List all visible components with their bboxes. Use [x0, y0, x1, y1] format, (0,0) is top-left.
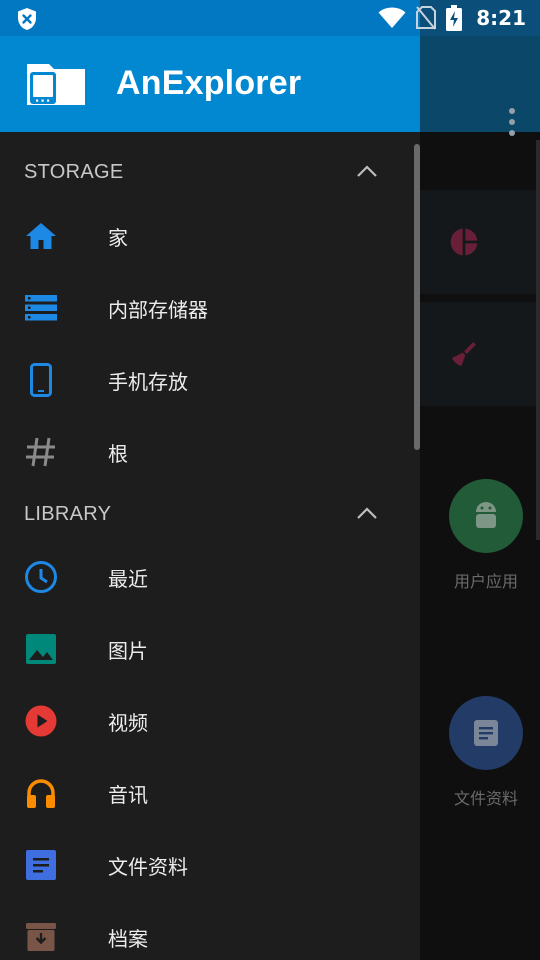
- drawer-item-label: 内部存储器: [108, 298, 208, 322]
- drawer-item-label: 最近: [108, 567, 148, 591]
- no-sim-icon: [416, 6, 437, 30]
- section-header-library[interactable]: LIBRARY: [0, 486, 410, 542]
- video-icon: [24, 705, 58, 737]
- clock: 8:21: [476, 6, 526, 30]
- drawer-scrim[interactable]: [420, 0, 540, 960]
- drawer-item-label: 图片: [108, 639, 148, 663]
- phone-icon: [24, 363, 58, 397]
- drawer-item-audio[interactable]: 音讯: [0, 757, 410, 829]
- drawer-item-recent[interactable]: 最近: [0, 541, 410, 613]
- status-bar-drawer-part: [0, 0, 420, 36]
- chevron-up-icon[interactable]: [356, 506, 378, 520]
- drawer-item-documents[interactable]: 文件资料: [0, 829, 410, 901]
- drawer-item-archives[interactable]: 档案: [0, 901, 410, 960]
- headphones-icon: [24, 777, 58, 809]
- drawer-item-label: 档案: [108, 927, 148, 951]
- wifi-icon: [378, 7, 406, 28]
- section-header-storage[interactable]: STORAGE: [0, 144, 410, 200]
- app-title: AnExplorer: [116, 64, 302, 102]
- status-bar: 8:21: [0, 0, 540, 36]
- hash-icon: [24, 436, 58, 468]
- drawer-item-label: 音讯: [108, 783, 148, 807]
- archive-icon: [24, 921, 58, 953]
- chevron-up-icon[interactable]: [356, 164, 378, 178]
- drawer-item-label: 手机存放: [108, 370, 188, 394]
- vpn-shield-icon: [18, 8, 36, 30]
- status-icons: 8:21: [378, 0, 526, 36]
- navigation-drawer: AnExplorer STORAGE 家 内部存储器 手机存放 根 LIBRAR…: [0, 36, 420, 960]
- drawer-item-home[interactable]: 家: [0, 200, 410, 272]
- drawer-item-phone-storage[interactable]: 手机存放: [0, 344, 410, 416]
- drawer-header: AnExplorer: [0, 36, 420, 132]
- drawer-scrollbar[interactable]: [414, 144, 420, 450]
- folder-phone-icon: [27, 64, 85, 105]
- drawer-item-root[interactable]: 根: [0, 416, 410, 488]
- storage-icon: [24, 292, 58, 324]
- image-icon: [24, 633, 58, 665]
- drawer-item-label: 根: [108, 442, 128, 466]
- section-title: LIBRARY: [24, 503, 112, 525]
- drawer-item-internal-storage[interactable]: 内部存储器: [0, 272, 410, 344]
- drawer-item-label: 家: [108, 226, 128, 250]
- drawer-item-videos[interactable]: 视频: [0, 685, 410, 757]
- clock-icon: [24, 561, 58, 593]
- section-title: STORAGE: [24, 161, 124, 183]
- drawer-item-label: 视频: [108, 711, 148, 735]
- document-icon: [24, 849, 58, 881]
- drawer-item-label: 文件资料: [108, 855, 188, 879]
- battery-charging-icon: [446, 5, 463, 31]
- home-icon: [24, 220, 58, 252]
- drawer-item-images[interactable]: 图片: [0, 613, 410, 685]
